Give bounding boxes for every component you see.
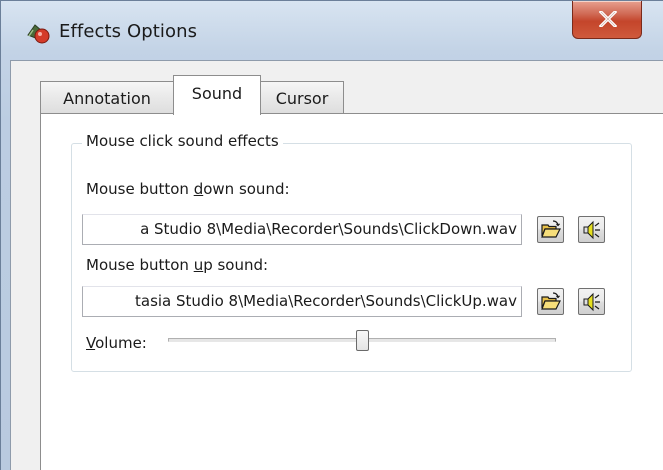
tab-annotation[interactable]: Annotation	[40, 81, 174, 113]
mouse-click-sound-group: Mouse click sound effects Mouse button d…	[71, 132, 632, 372]
title-bar[interactable]: Effects Options	[1, 1, 663, 61]
close-button[interactable]	[572, 1, 642, 39]
volume-slider[interactable]	[168, 330, 556, 351]
volume-slider-thumb[interactable]	[356, 330, 369, 351]
tab-label: Annotation	[63, 89, 151, 108]
play-down-sound-button[interactable]	[578, 216, 605, 243]
tab-sound[interactable]: Sound	[173, 75, 261, 115]
browse-down-sound-button[interactable]	[537, 216, 564, 243]
open-folder-icon	[541, 292, 561, 310]
down-sound-path-input[interactable]: a Studio 8\Media\Recorder\Sounds\ClickDo…	[82, 214, 522, 245]
up-sound-path-input[interactable]: tasia Studio 8\Media\Recorder\Sounds\Cli…	[82, 286, 522, 317]
dialog-window: Effects Options Annotation Sound Cursor …	[0, 0, 663, 470]
app-icon	[26, 21, 52, 45]
browse-up-sound-button[interactable]	[537, 288, 564, 315]
up-sound-label: Mouse button up sound:	[86, 256, 269, 274]
close-icon	[599, 11, 617, 27]
volume-label: Volume:	[86, 334, 147, 352]
dialog-client-area: Annotation Sound Cursor Mouse click soun…	[10, 60, 663, 470]
down-sound-label: Mouse button down sound:	[86, 180, 290, 198]
tab-label: Sound	[191, 84, 243, 103]
speaker-icon	[583, 220, 600, 240]
tab-cursor[interactable]: Cursor	[260, 81, 344, 113]
play-up-sound-button[interactable]	[578, 288, 605, 315]
sound-tab-panel: Mouse click sound effects Mouse button d…	[40, 113, 663, 470]
speaker-icon	[583, 292, 600, 312]
tab-label: Cursor	[275, 89, 329, 108]
group-title: Mouse click sound effects	[82, 132, 283, 150]
open-folder-icon	[541, 220, 561, 238]
window-title: Effects Options	[59, 21, 198, 42]
